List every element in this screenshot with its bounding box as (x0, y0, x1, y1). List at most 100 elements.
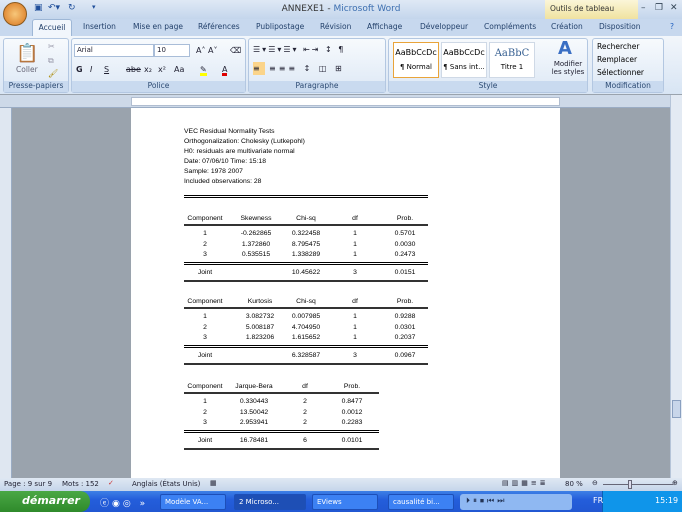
column-header: Kurtosis (247, 298, 273, 305)
proofing-icon[interactable]: ✓ (108, 479, 114, 487)
zoom-out-icon[interactable]: ⊖ (592, 479, 598, 487)
tab-revision[interactable]: Révision (320, 22, 351, 31)
task-word[interactable]: 2 Microso... (234, 494, 306, 510)
column-header: df (352, 215, 358, 222)
find-button[interactable]: Rechercher (597, 42, 639, 51)
table-cell: 2 (303, 408, 307, 416)
maximize-button[interactable]: ❐ (655, 3, 663, 13)
tab-disposition[interactable]: Disposition (599, 22, 640, 31)
tab-affichage[interactable]: Affichage (367, 22, 402, 31)
column-header: Prob. (396, 215, 414, 222)
quick-launch-icons[interactable]: ⓔ◉◎ » (100, 496, 148, 509)
joint-cell: 3 (353, 352, 357, 359)
scroll-thumb[interactable] (672, 400, 681, 418)
copy-icon[interactable]: ⧉ (48, 56, 54, 66)
horizontal-ruler[interactable] (0, 95, 682, 108)
joint-cell: 16.78481 (239, 437, 269, 444)
highlight-icon[interactable]: ✎ (200, 63, 207, 76)
table-cell: 3 (203, 334, 207, 341)
bottom-rule (184, 280, 428, 282)
table-cell: 0.0012 (341, 408, 363, 416)
minimize-button[interactable]: – (641, 3, 646, 13)
table-cell: 2 (303, 419, 307, 426)
change-styles-button[interactable]: Modifier les styles (550, 60, 586, 76)
group-label: Style (389, 81, 587, 92)
style-preview: AaBbCcDc (395, 48, 437, 57)
start-button[interactable]: démarrer (0, 491, 90, 512)
joint-cell: Joint (197, 352, 213, 359)
group-paragraph: ☰▾☰▾☰▾ ⇤⇥ ↕ ¶ ≡ ≡≡≡ ↕ ◫ ⊞ Paragraphe (248, 38, 386, 93)
zoom-slider[interactable] (603, 484, 673, 485)
table-cell: 0.9288 (394, 313, 416, 320)
table-cell: 0.5701 (394, 230, 416, 237)
font-color-icon[interactable]: A (222, 63, 228, 76)
vertical-scrollbar[interactable] (670, 95, 682, 478)
tab-accueil[interactable]: Accueil (32, 19, 72, 37)
superscript-button[interactable]: x² (158, 63, 166, 76)
language-indicator[interactable]: FR (593, 496, 603, 505)
page-count[interactable]: Page : 9 sur 9 (4, 480, 52, 488)
table-cell: 0.2037 (394, 334, 416, 341)
close-button[interactable]: ✕ (670, 3, 678, 13)
tab-insertion[interactable]: Insertion (83, 22, 116, 31)
joint-rule (184, 430, 379, 433)
zoom-level[interactable]: 80 % (565, 480, 583, 488)
change-styles-icon[interactable]: A (558, 38, 572, 59)
tab-creation[interactable]: Création (551, 22, 583, 31)
replace-button[interactable]: Remplacer (597, 55, 637, 64)
cut-icon[interactable]: ✂ (48, 42, 55, 51)
bold-button[interactable]: G (76, 63, 83, 76)
joint-rule (184, 262, 428, 265)
table-cell: 1.615652 (291, 334, 321, 341)
tab-complements[interactable]: Compléments (484, 22, 536, 31)
paste-icon[interactable]: 📋 (16, 43, 38, 64)
table-cell: 1 (203, 313, 207, 320)
table-cell: 1 (203, 230, 207, 237)
style-normal[interactable]: AaBbCcDc ¶ Normal (393, 42, 439, 78)
list-icons[interactable]: ☰▾☰▾☰▾ ⇤⇥ ↕ ¶ (253, 43, 345, 56)
joint-cell: 0.0151 (394, 269, 416, 276)
media-player-toolbar[interactable]: ⏵⏸⏹⏮⏭ (460, 494, 572, 510)
clear-format-icon[interactable]: ⌫ (230, 44, 241, 57)
table-top-rule (184, 195, 428, 198)
style-titre-1[interactable]: AaBbC Titre 1 (489, 42, 535, 78)
align-left-icon[interactable]: ≡ (253, 62, 265, 75)
change-case-button[interactable]: Aa (174, 63, 184, 76)
macro-icon[interactable]: ▦ (210, 479, 217, 487)
column-header: Component (187, 383, 223, 390)
task-causalite[interactable]: causalité bi... (388, 494, 454, 510)
style-sans-interligne[interactable]: AaBbCcDc ¶ Sans int... (441, 42, 487, 78)
underline-button[interactable]: S (104, 63, 109, 76)
word-count[interactable]: Mots : 152 (62, 480, 99, 488)
font-size-select[interactable]: 10 (154, 44, 190, 57)
bottom-rule (184, 448, 379, 450)
tab-publipostage[interactable]: Publipostage (256, 22, 304, 31)
language[interactable]: Anglais (États Unis) (132, 480, 200, 488)
help-icon[interactable]: ? (670, 22, 674, 31)
view-buttons[interactable]: ▤▥▦≡≣ (502, 479, 549, 487)
tab-mise-en-page[interactable]: Mise en page (133, 22, 183, 31)
task-eviews[interactable]: EViews (312, 494, 378, 510)
column-header: Chi-sq (296, 298, 316, 305)
italic-button[interactable]: I (90, 63, 92, 76)
subscript-button[interactable]: x₂ (144, 63, 152, 76)
joint-cell: 6 (303, 437, 307, 444)
paste-button[interactable]: Coller (16, 65, 38, 74)
zoom-in-icon[interactable]: ⊕ (672, 479, 678, 487)
joint-cell: Joint (197, 269, 213, 276)
style-name: Titre 1 (500, 63, 524, 71)
format-painter-icon[interactable]: 🖌 (48, 69, 58, 78)
vertical-ruler[interactable] (0, 108, 12, 478)
font-name-select[interactable]: Arial (74, 44, 154, 57)
tab-developpeur[interactable]: Développeur (420, 22, 468, 31)
zoom-slider-thumb[interactable] (628, 480, 633, 489)
grow-font-icon[interactable]: A˄ A˅ (196, 44, 218, 57)
align-icons[interactable]: ≡≡≡ ↕ ◫ ⊞ (269, 62, 345, 75)
office-button[interactable] (3, 2, 27, 26)
select-button[interactable]: Sélectionner (597, 68, 644, 77)
joint-cell: 0.0967 (394, 352, 416, 359)
strike-button[interactable]: abe (126, 63, 141, 76)
tab-references[interactable]: Références (198, 22, 240, 31)
system-tray: FR 15:19 (593, 491, 682, 512)
task-modele-var[interactable]: Modèle VA... (160, 494, 226, 510)
